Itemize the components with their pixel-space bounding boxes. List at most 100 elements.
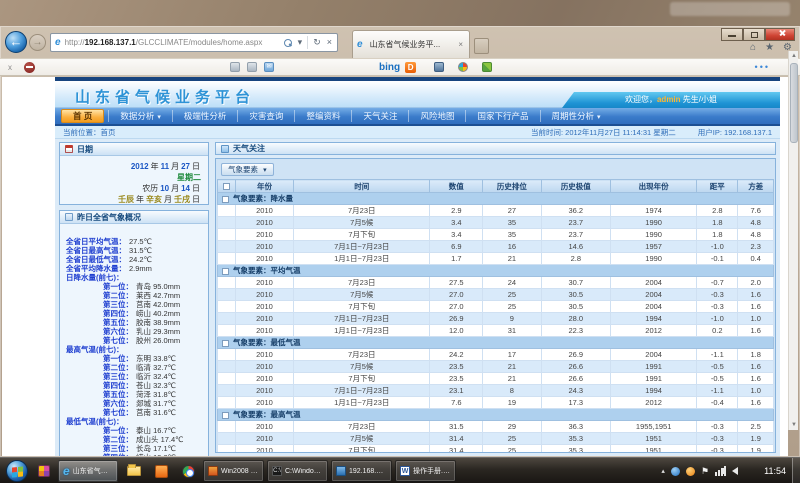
table-row: 20107月下旬3.43523.719901.84.8 [218,229,774,241]
orange-app-icon [155,465,168,478]
column-header: 年份 [235,180,293,193]
taskbar-ie-button[interactable]: e 山东省气候业... [58,460,118,482]
speaker-icon[interactable] [732,467,738,475]
taskbar-browser-app-button[interactable] [176,460,200,482]
nav-item-8[interactable]: 周期性分析▾ [540,110,612,122]
overview-panel-header: 昨日全省气象概况 [60,211,208,224]
d-plugin-badge-icon[interactable]: D [405,62,416,73]
address-dropdown-icon[interactable]: ▾ [298,34,303,51]
rdp-icon [336,466,346,476]
taskbar-window-button-3[interactable]: W操作手册.docx ... [395,460,456,482]
plugin-card-icon[interactable] [230,62,240,72]
maximize-button[interactable] [743,28,765,41]
refresh-icon[interactable]: ↻ [313,34,321,51]
minimize-button[interactable] [721,28,743,41]
column-header: 距平 [697,180,738,193]
rank-section-heading: 最低气温(前七)： [66,417,204,426]
taskbar-window-button-2[interactable]: 192.168.59.99... [331,460,392,482]
start-button[interactable] [6,460,28,482]
close-button[interactable] [765,28,795,41]
weather-table-wrap[interactable]: 年份时间数值历史排位历史极值出现年份距平方差气象要素：降水量20107月23日2… [217,179,774,452]
username: admin [657,95,681,104]
taskbar-window-button-0[interactable]: Win2008 (VS2... [203,460,264,482]
commandbar-close-icon[interactable]: x [8,63,12,72]
plugin-circle-icon[interactable] [24,62,35,73]
rank-item: 第二位：莱西 42.7mm [66,291,204,300]
background-window-glow [670,2,790,16]
plugin-green-icon[interactable] [482,62,492,72]
word-icon: W [400,466,410,476]
vertical-scrollbar[interactable]: ▲ ▼ [788,51,798,430]
back-button[interactable]: ← [5,31,27,53]
weather-watch-title: 天气关注 [233,143,265,154]
table-row: 20101月1日~7月23日1.7212.81990-0.10.4 [218,253,774,265]
plugin-color-icon[interactable] [458,62,468,72]
scroll-down-icon[interactable]: ▼ [790,420,798,430]
nav-item-5[interactable]: 天气关注 [351,110,408,122]
table-row: 20107月下旬23.52126.61991-0.51.6 [218,373,774,385]
plugin-card2-icon[interactable] [247,62,257,72]
group-checkbox[interactable] [222,412,229,419]
group-checkbox[interactable] [222,340,229,347]
table-row: 20101月1日~7月23日12.03122.320120.21.6 [218,325,774,337]
cmd-icon: C:\ [272,466,282,476]
tab-close-icon[interactable]: × [456,40,465,49]
commandbar-overflow-icon[interactable]: ••• [755,62,770,72]
table-row: 20101月1日~7月23日7.61917.32012-0.41.6 [218,397,774,409]
bing-logo[interactable]: bing [379,62,400,73]
rank-item: 第二位：成山头 17.4℃ [66,435,204,444]
date-line-ganzhi: 壬辰年辛亥月壬戌日 [60,194,201,205]
table-row: 20107月下旬27.02530.52004-0.31.6 [218,301,774,313]
nav-item-2[interactable]: 极端性分析 [172,110,238,122]
screen: ← → e http://192.168.137.1/GLCCLIMATE/mo… [0,0,800,500]
address-bar[interactable]: e http://192.168.137.1/GLCCLIMATE/module… [50,33,338,52]
stop-icon[interactable]: × [327,34,332,51]
ie-button-label: 山东省气候业... [73,466,113,476]
pinned-app-icon[interactable] [32,460,56,482]
taskbar-window-button-1[interactable]: C:\C:\Windows\s... [267,460,328,482]
scroll-up-icon[interactable]: ▲ [790,51,798,61]
tray-hidden-icons-arrow[interactable]: ▴ [661,467,665,475]
table-row: 20107月5候3.43523.719901.84.8 [218,217,774,229]
forward-button[interactable]: → [29,34,46,51]
element-selector-button[interactable]: 气象要素 ▾ [221,163,274,176]
group-checkbox[interactable] [222,196,229,203]
rank-item: 第七位：莒南 31.6℃ [66,408,204,417]
mail-envelope-icon[interactable]: ✉ [264,62,274,72]
nav-item-7[interactable]: 国家下行产品 [465,110,539,122]
table-row: 20107月5候23.52126.61991-0.51.6 [218,361,774,373]
status-bar: 当前位置：首页 当前时间: 2012年11月27日 11:14:31 星期二 用… [55,126,780,139]
nav-item-4[interactable]: 整编资料 [294,110,351,122]
nav-item-3[interactable]: 灾害查询 [237,110,294,122]
rank-item: 第三位：长岛 17.1℃ [66,444,204,453]
taskbar-clock[interactable]: 11:54 [764,458,786,484]
header-checkbox[interactable] [223,183,230,190]
scrollbar-thumb[interactable] [790,63,798,143]
column-header: 出现年份 [611,180,697,193]
window-controls [721,28,795,41]
nav-item-0[interactable]: 首 页 [61,109,104,123]
favorites-star-icon[interactable]: ★ [765,42,774,53]
tray-orange-icon[interactable] [686,467,695,476]
page-favicon-icon: e [55,37,61,48]
table-row: 20107月5候27.02530.52004-0.31.6 [218,289,774,301]
round-browser-icon [182,465,195,478]
taskbar-orange-app-button[interactable] [149,460,173,482]
rank-section-heading: 日降水量(前七)： [66,273,204,282]
plugin-camera-icon[interactable] [434,62,444,72]
date-line-lunar: 农历10月14日 [60,183,201,194]
ie-icon: e [63,464,70,478]
home-icon[interactable]: ⌂ [750,42,756,53]
new-tab-button[interactable] [474,38,489,54]
weather-watch-header: 天气关注 [215,142,776,155]
tray-blue-icon[interactable] [671,467,680,476]
show-desktop-button[interactable] [792,458,800,484]
search-icon[interactable] [284,39,292,47]
browser-tab[interactable]: e 山东省气候业务平... × [352,30,470,58]
date-line-solar: 2012年11月27日 [60,161,201,172]
nav-item-6[interactable]: 风险地图 [408,110,465,122]
taskbar-explorer-button[interactable] [122,460,146,482]
group-checkbox[interactable] [222,268,229,275]
action-center-flag-icon[interactable]: ⚑ [701,466,709,477]
nav-item-1[interactable]: 数据分析▾ [108,110,172,122]
